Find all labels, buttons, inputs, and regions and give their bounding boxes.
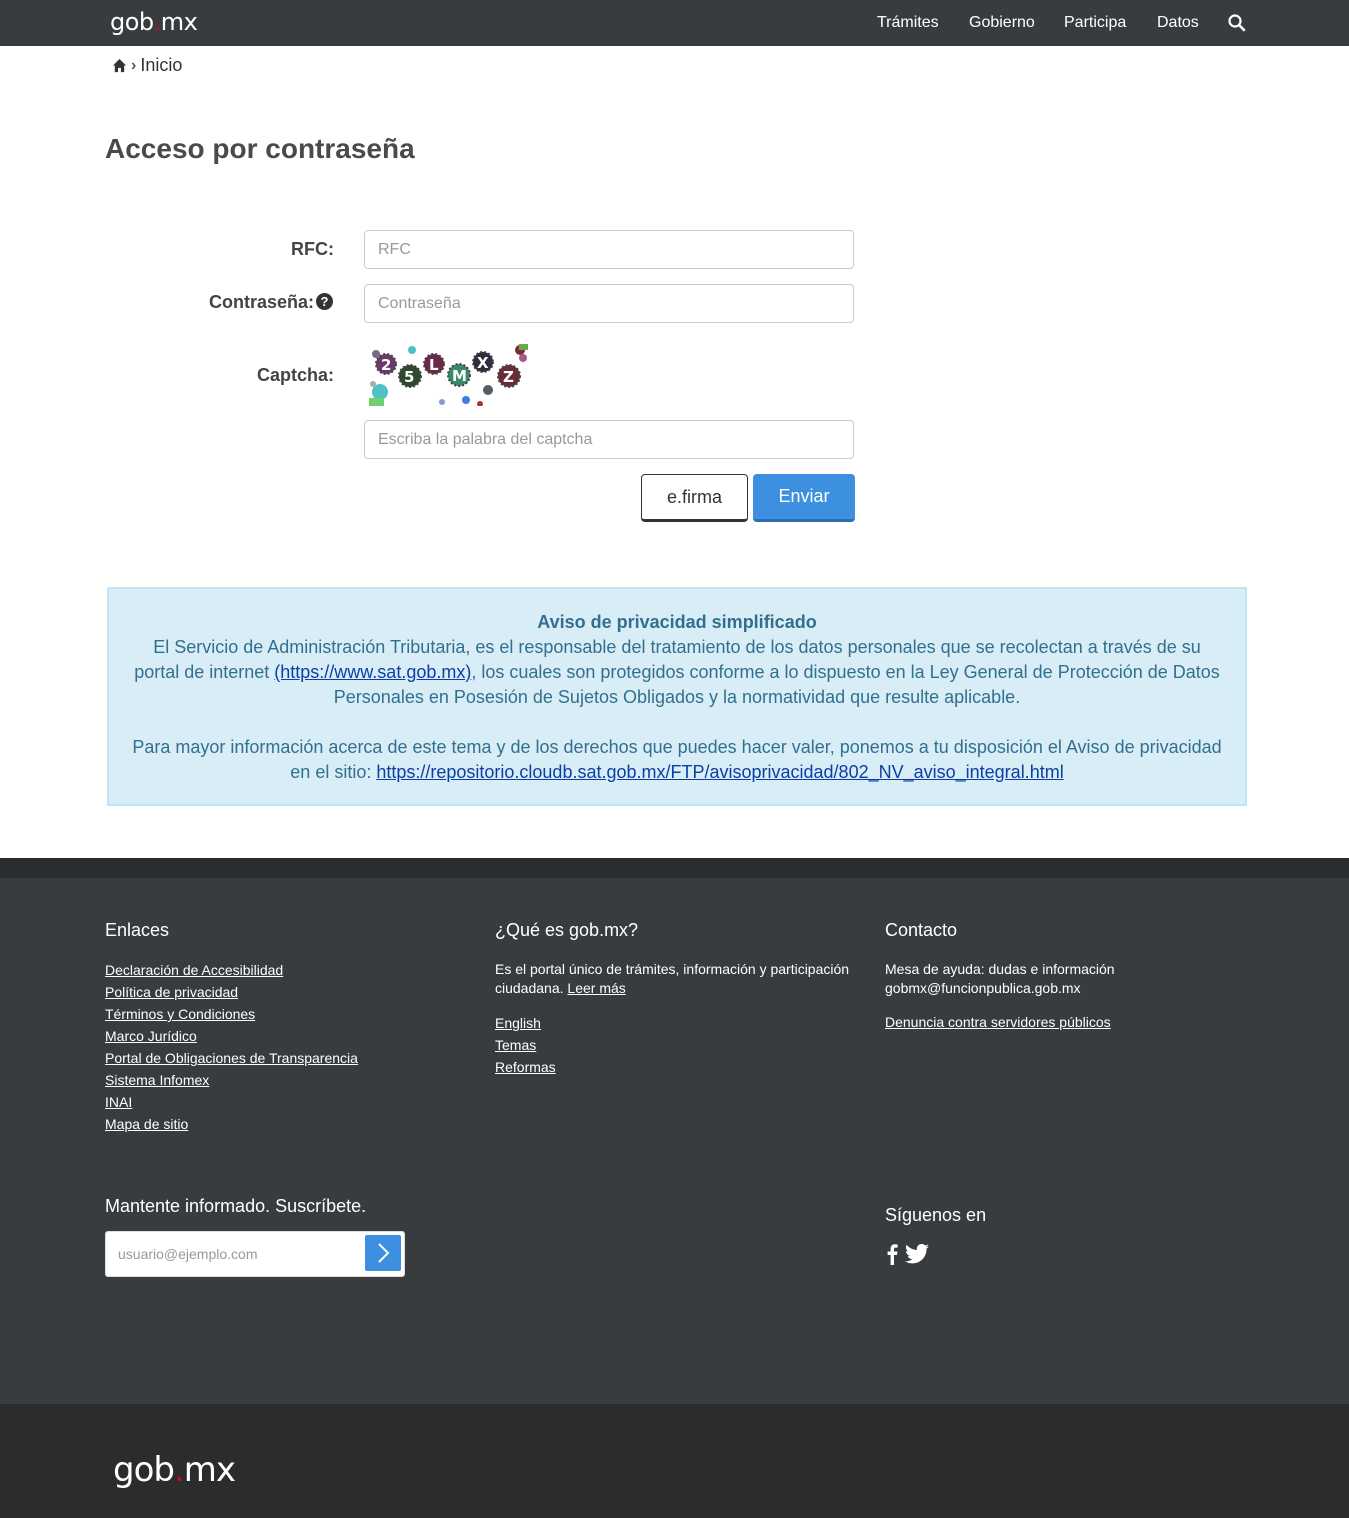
password-label: Contraseña: [208,292,314,312]
privacy-notice-title: Aviso de privacidad simplificado [537,612,817,632]
gobmx-logo[interactable]: gob.mx [110,8,198,36]
gobmx-footer-logo[interactable]: gob.mx [113,1450,236,1490]
enlaces-title: Enlaces [105,920,170,940]
captcha-char: 5 [404,368,414,386]
footer-link-marco-juridico[interactable]: Marco Jurídico [105,1028,197,1044]
footer-link-transparencia[interactable]: Portal de Obligaciones de Transparencia [105,1050,358,1066]
captcha-label: Captcha: [256,365,334,385]
social-title: Síguenos en [885,1205,987,1225]
footer-link-denuncia[interactable]: Denuncia contra servidores públicos [885,1014,1111,1030]
footer-link-mapa[interactable]: Mapa de sitio [105,1116,188,1132]
privacy-notice: Aviso de privacidad simplificado El Serv… [107,587,1247,806]
footer-link-infomex[interactable]: Sistema Infomex [105,1072,209,1088]
home-icon[interactable] [112,58,127,73]
subscribe-submit-button[interactable] [365,1235,401,1271]
twitter-icon[interactable] [905,1244,929,1264]
captcha-image: 2 5 L M X Z [369,344,528,406]
nav-gobierno[interactable]: Gobierno [969,14,1035,32]
subscribe-email-input[interactable] [106,1232,361,1276]
rfc-input[interactable] [364,230,854,269]
subscribe-form [105,1231,405,1277]
sat-link[interactable]: (https://www.sat.gob.mx) [274,662,471,682]
facebook-icon[interactable] [886,1243,898,1265]
footer: Enlaces Declaración de Accesibilidad Pol… [0,878,1349,1404]
bottom-bar: gob.mx [0,1404,1349,1518]
que-es-title: ¿Qué es gob.mx? [495,920,639,940]
efirma-button[interactable]: e.firma [641,474,748,522]
captcha-char: 2 [381,356,391,374]
nav-participa[interactable]: Participa [1064,14,1126,32]
footer-link-reformas[interactable]: Reformas [495,1059,556,1075]
password-label-group: Contraseña:? [180,292,333,313]
breadcrumb: › Inicio [112,55,182,76]
captcha-char: Z [503,368,514,386]
leer-mas-link[interactable]: Leer más [567,980,625,996]
submit-button[interactable]: Enviar [753,474,855,522]
footer-link-temas[interactable]: Temas [495,1037,536,1053]
que-es-text: Es el portal único de trámites, informac… [495,961,850,996]
top-navbar: gob.mx Trámites Gobierno Participa Datos [0,0,1349,46]
captcha-char: X [477,354,489,372]
privacy-notice-paragraph-2: Para mayor información acerca de este te… [132,737,1222,782]
captcha-char: M [452,367,467,385]
nav-datos[interactable]: Datos [1157,14,1199,32]
breadcrumb-inicio[interactable]: Inicio [140,55,182,76]
breadcrumb-separator: › [131,56,137,74]
contacto-help: Mesa de ayuda: dudas e información [885,961,1115,977]
chevron-right-icon [378,1243,390,1263]
footer-link-english[interactable]: English [495,1015,541,1031]
footer-link-privacidad[interactable]: Política de privacidad [105,984,238,1000]
contacto-email: gobmx@funcionpublica.gob.mx [885,980,1081,996]
contacto-title: Contacto [885,920,958,940]
captcha-char: L [429,356,439,374]
search-icon[interactable] [1227,13,1247,33]
password-input[interactable] [364,284,854,323]
question-circle-icon[interactable]: ? [316,293,333,310]
captcha-input[interactable] [364,420,854,459]
page-title: Acceso por contraseña [105,133,415,164]
footer-strip [0,858,1349,878]
footer-link-inai[interactable]: INAI [105,1094,132,1110]
aviso-integral-link[interactable]: https://repositorio.cloudb.sat.gob.mx/FT… [376,762,1063,782]
footer-link-accesibilidad[interactable]: Declaración de Accesibilidad [105,962,283,978]
rfc-label: RFC: [291,239,334,259]
footer-link-terminos[interactable]: Términos y Condiciones [105,1006,255,1022]
privacy-notice-paragraph: El Servicio de Administración Tributaria… [134,637,1220,707]
nav-tramites[interactable]: Trámites [877,14,939,32]
subscribe-title: Mantente informado. Suscríbete. [105,1196,367,1216]
